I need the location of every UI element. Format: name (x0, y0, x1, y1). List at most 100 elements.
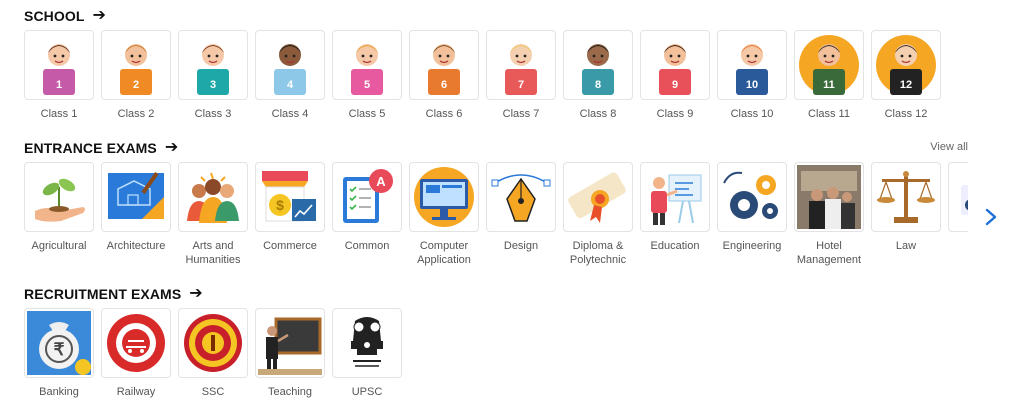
entrance-tile[interactable]: Law (871, 162, 941, 267)
svg-text:2: 2 (133, 79, 139, 91)
rupee-bag-icon: ₹ (24, 308, 94, 378)
school-tile[interactable]: 1 Class 1 (24, 30, 94, 121)
recruitment-section-title[interactable]: RECRUITMENT EXAMS ➔ (24, 285, 203, 303)
arrow-right-icon: ➔ (92, 7, 107, 24)
school-title-text: SCHOOL (24, 8, 85, 24)
svg-text:1: 1 (56, 79, 62, 91)
entrance-tile-label: Hotel Management (796, 240, 862, 266)
entrance-tile[interactable]: Agricultural (24, 162, 94, 267)
gears-icon (717, 162, 787, 232)
entrance-title-text: ENTRANCE EXAMS (24, 140, 157, 156)
arrow-right-icon: ➔ (164, 139, 179, 156)
entrance-tile[interactable]: Computer Application (409, 162, 479, 267)
school-tile[interactable]: 2 Class 2 (101, 30, 171, 121)
school-tile-label: Class 2 (117, 108, 155, 120)
arrow-right-icon: ➔ (189, 285, 203, 302)
entrance-row: Agricultural Architecture Arts and Humanit… (24, 162, 968, 267)
national-emblem-icon (332, 308, 402, 378)
grade-checklist-icon: A (332, 162, 402, 232)
entrance-tile[interactable]: Diploma & Polytechnic (563, 162, 633, 267)
kid-class-11-icon: 11 (794, 30, 864, 100)
entrance-tile-label: Law (895, 240, 917, 252)
entrance-tile[interactable]: $ Commerce (255, 162, 325, 267)
school-tile[interactable]: 8 Class 8 (563, 30, 633, 121)
kid-class-9-icon: 9 (640, 30, 710, 100)
carousel-next-button[interactable] (980, 204, 1002, 230)
entrance-tile[interactable]: Engineering (717, 162, 787, 267)
entrance-tile-label: Agricultural (31, 240, 87, 252)
school-tile-label: Class 11 (808, 108, 850, 120)
recruitment-row: ₹ Banking Railway SSC Teaching UPSC (24, 308, 402, 399)
kid-class-3-icon: 3 (178, 30, 248, 100)
kid-class-10-icon: 10 (717, 30, 787, 100)
recruitment-tile-label: SSC (201, 386, 225, 398)
view-all-link[interactable]: View all (930, 141, 968, 153)
kid-class-4-icon: 4 (255, 30, 325, 100)
school-tile[interactable]: 3 Class 3 (178, 30, 248, 121)
entrance-tile-label: Education (650, 240, 700, 252)
blueprint-icon (101, 162, 171, 232)
entrance-tile-label: Design (503, 240, 539, 252)
school-tile[interactable]: 11 Class 11 (794, 30, 864, 121)
recruitment-tile[interactable]: SSC (178, 308, 248, 399)
recruitment-title-text: RECRUITMENT EXAMS (24, 286, 182, 302)
school-tile[interactable]: 9 Class 9 (640, 30, 710, 121)
kid-class-5-icon: 5 (332, 30, 402, 100)
entrance-tile-label: Computer Application (417, 240, 471, 266)
recruitment-tile-label: Railway (116, 386, 156, 398)
kid-class-12-icon: 12 (871, 30, 941, 100)
school-tile[interactable]: 5 Class 5 (332, 30, 402, 121)
plant-in-hand-icon (24, 162, 94, 232)
entrance-tile[interactable]: Hotel Management (794, 162, 864, 267)
school-tile-label: Class 4 (271, 108, 309, 120)
justice-scale-icon (871, 162, 941, 232)
entrance-tile[interactable]: Education (640, 162, 710, 267)
entrance-tile-label: Ma (941, 239, 968, 253)
group-people-icon (178, 162, 248, 232)
school-section-title[interactable]: SCHOOL ➔ (24, 7, 107, 25)
recruitment-tile[interactable]: UPSC (332, 308, 402, 399)
school-tile[interactable]: 6 Class 6 (409, 30, 479, 121)
kid-class-2-icon: 2 (101, 30, 171, 100)
school-tile-label: Class 7 (502, 108, 540, 120)
svg-text:5: 5 (364, 79, 370, 91)
svg-text:$: $ (276, 197, 284, 213)
entrance-tile-label: Commerce (263, 240, 317, 252)
school-tile[interactable]: 10 Class 10 (717, 30, 787, 121)
pen-tool-icon (486, 162, 556, 232)
ssc-emblem-icon (178, 308, 248, 378)
recruitment-tile-label: UPSC (351, 386, 383, 398)
school-tile[interactable]: 12 Class 12 (871, 30, 941, 121)
entrance-tile-label: Diploma & Polytechnic (569, 240, 627, 266)
hotel-staff-icon (794, 162, 864, 232)
school-row: 1 Class 1 2 Class 2 3 Class 3 4 Class 4 … (24, 30, 941, 121)
svg-text:6: 6 (441, 79, 447, 91)
entrance-tile[interactable]: Architecture (101, 162, 171, 267)
entrance-tile[interactable]: A Common (332, 162, 402, 267)
recruitment-tile[interactable]: Railway (101, 308, 171, 399)
school-tile-label: Class 6 (425, 108, 463, 120)
entrance-tile[interactable]: Ma (948, 162, 968, 267)
entrance-section-title[interactable]: ENTRANCE EXAMS ➔ (24, 139, 179, 157)
school-tile[interactable]: 7 Class 7 (486, 30, 556, 121)
monitor-icon (409, 162, 479, 232)
svg-text:A: A (376, 174, 386, 189)
entrance-tile-label: Arts and Humanities (185, 240, 241, 266)
school-tile-label: Class 10 (730, 108, 774, 120)
kid-class-7-icon: 7 (486, 30, 556, 100)
teacher-board-icon (640, 162, 710, 232)
svg-text:10: 10 (746, 79, 758, 91)
kid-class-6-icon: 6 (409, 30, 479, 100)
entrance-carousel: Agricultural Architecture Arts and Humanit… (24, 162, 968, 272)
kid-class-1-icon: 1 (24, 30, 94, 100)
svg-text:4: 4 (287, 79, 294, 91)
svg-text:8: 8 (595, 79, 601, 91)
entrance-tile[interactable]: Design (486, 162, 556, 267)
school-tile[interactable]: 4 Class 4 (255, 30, 325, 121)
school-tile-label: Class 5 (348, 108, 386, 120)
recruitment-tile[interactable]: ₹ Banking (24, 308, 94, 399)
svg-text:₹: ₹ (54, 340, 65, 359)
recruitment-tile[interactable]: Teaching (255, 308, 325, 399)
entrance-tile-label: Common (344, 240, 390, 252)
entrance-tile[interactable]: Arts and Humanities (178, 162, 248, 267)
